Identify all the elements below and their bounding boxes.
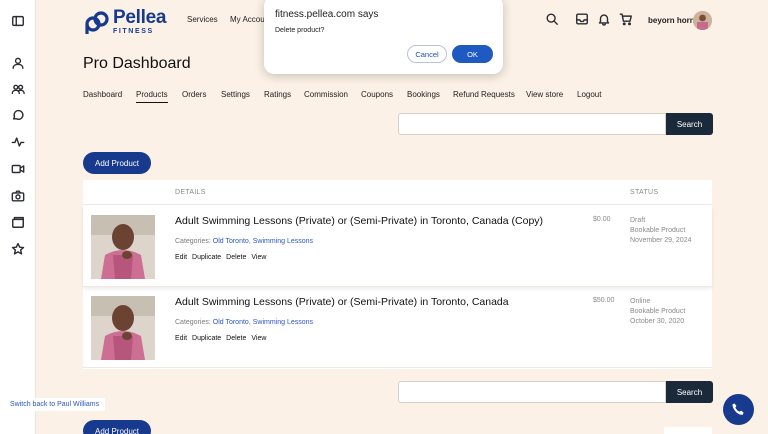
- column-status: STATUS: [630, 189, 659, 196]
- users-icon[interactable]: [10, 81, 26, 97]
- table-row: Adult Swimming Lessons (Private) or (Sem…: [83, 287, 712, 368]
- ok-button[interactable]: OK: [452, 45, 493, 63]
- categories-label: Categories:: [175, 319, 211, 326]
- search-button-bottom[interactable]: Search: [666, 381, 713, 403]
- tab-settings[interactable]: Settings: [221, 90, 250, 102]
- tab-commission[interactable]: Commission: [304, 90, 348, 102]
- tab-ratings[interactable]: Ratings: [264, 90, 291, 102]
- tab-products[interactable]: Products: [136, 90, 168, 103]
- category-link[interactable]: Swimming Lessons: [253, 238, 313, 245]
- category-link[interactable]: Old Toronto: [213, 319, 249, 326]
- table-header: DETAILS STATUS: [83, 180, 712, 205]
- product-date: October 30, 2020: [630, 318, 685, 325]
- dialog-message: Delete product?: [275, 27, 325, 34]
- column-details: DETAILS: [175, 189, 206, 196]
- delete-link[interactable]: Delete: [226, 335, 246, 342]
- tab-dashboard[interactable]: Dashboard: [83, 90, 122, 102]
- cart-icon[interactable]: [619, 12, 633, 26]
- tab-bookings[interactable]: Bookings: [407, 90, 440, 102]
- category-separator: ,: [248, 238, 251, 245]
- products-table: DETAILS STATUS Adult Swimming Lessons (P…: [83, 180, 712, 369]
- nav-services[interactable]: Services: [187, 15, 218, 24]
- logo-subtitle: FITNESS: [113, 28, 154, 35]
- site-logo[interactable]: Pellea FITNESS: [84, 8, 166, 35]
- product-type: Bookable Product: [630, 227, 686, 234]
- pellea-logo-icon: [85, 10, 109, 34]
- product-price: $0.00: [593, 216, 611, 223]
- view-link[interactable]: View: [251, 335, 266, 342]
- product-categories: Categories: Old Toronto, Swimming Lesson…: [175, 319, 313, 326]
- view-link[interactable]: View: [251, 254, 266, 261]
- product-price: $50.00: [593, 297, 615, 304]
- left-icon-rail: [0, 0, 36, 434]
- tab-coupons[interactable]: Coupons: [361, 90, 393, 102]
- product-image[interactable]: [91, 296, 155, 360]
- avatar[interactable]: [693, 11, 712, 30]
- folder-icon[interactable]: [10, 214, 26, 230]
- category-link[interactable]: Swimming Lessons: [253, 319, 313, 326]
- dialog-title: fitness.pellea.com says: [275, 9, 379, 20]
- search-button[interactable]: Search: [666, 113, 713, 135]
- bell-icon[interactable]: [597, 12, 611, 26]
- switch-back-link[interactable]: Switch back to Paul Williams: [4, 398, 106, 411]
- product-date: November 29, 2024: [630, 237, 692, 244]
- tab-logout[interactable]: Logout: [577, 90, 601, 102]
- inbox-icon[interactable]: [575, 12, 589, 26]
- user-icon[interactable]: [10, 55, 26, 71]
- logo-title: Pellea: [113, 7, 167, 28]
- search-input-bottom[interactable]: [398, 381, 666, 403]
- duplicate-link[interactable]: Duplicate: [192, 335, 221, 342]
- bottom-panel-edge: [664, 427, 712, 434]
- product-actions: Edit Duplicate Delete View: [175, 335, 269, 342]
- product-status: Online Bookable Product October 30, 2020: [630, 297, 685, 327]
- edit-link[interactable]: Edit: [175, 254, 187, 261]
- product-title[interactable]: Adult Swimming Lessons (Private) or (Sem…: [175, 215, 543, 227]
- cancel-button[interactable]: Cancel: [407, 45, 447, 63]
- search-input[interactable]: [398, 113, 666, 135]
- confirm-dialog: fitness.pellea.com says Delete product? …: [264, 0, 503, 74]
- add-product-button-bottom[interactable]: Add Product: [83, 420, 151, 434]
- call-button[interactable]: [723, 394, 754, 425]
- star-icon[interactable]: [10, 241, 26, 257]
- video-icon[interactable]: [10, 161, 26, 177]
- duplicate-link[interactable]: Duplicate: [192, 254, 221, 261]
- edit-link[interactable]: Edit: [175, 335, 187, 342]
- status-text: Online: [630, 298, 651, 305]
- product-title[interactable]: Adult Swimming Lessons (Private) or (Sem…: [175, 296, 509, 308]
- activity-icon[interactable]: [10, 134, 26, 150]
- status-text: Draft: [630, 217, 646, 224]
- category-separator: ,: [248, 319, 251, 326]
- camera-icon[interactable]: [10, 188, 26, 204]
- search-icon[interactable]: [545, 12, 559, 26]
- tab-refund-requests[interactable]: Refund Requests: [453, 90, 515, 102]
- phone-icon: [732, 403, 744, 415]
- product-categories: Categories: Old Toronto, Swimming Lesson…: [175, 238, 313, 245]
- page-title: Pro Dashboard: [83, 55, 191, 72]
- add-product-button[interactable]: Add Product: [83, 152, 151, 174]
- chat-icon[interactable]: [10, 107, 26, 123]
- user-name[interactable]: beyorn horn: [648, 16, 695, 25]
- table-row: Adult Swimming Lessons (Private) or (Sem…: [83, 206, 712, 287]
- tab-view-store[interactable]: View store: [526, 90, 563, 102]
- category-link[interactable]: Old Toronto: [213, 238, 249, 245]
- sidebar-toggle-icon[interactable]: [10, 13, 26, 29]
- nav-my-account[interactable]: My Accou: [230, 15, 265, 24]
- product-type: Bookable Product: [630, 308, 686, 315]
- tab-orders[interactable]: Orders: [182, 90, 206, 102]
- delete-link[interactable]: Delete: [226, 254, 246, 261]
- categories-label: Categories:: [175, 238, 211, 245]
- product-status: Draft Bookable Product November 29, 2024: [630, 216, 691, 246]
- product-image[interactable]: [91, 215, 155, 279]
- product-actions: Edit Duplicate Delete View: [175, 254, 269, 261]
